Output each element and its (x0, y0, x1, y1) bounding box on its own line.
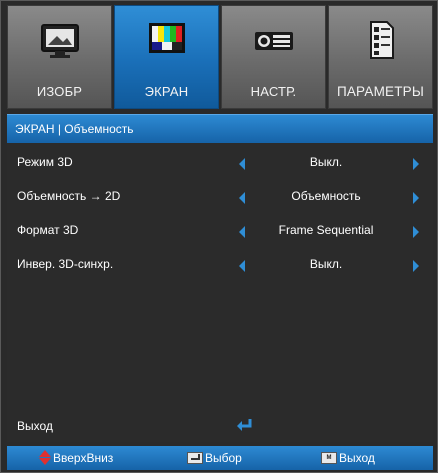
setting-row-3d-mode[interactable]: Режим 3D Выкл. (7, 151, 433, 171)
footer-hints: ВверхВниз Выбор M Выход (7, 446, 433, 470)
setting-value: Frame Sequential (278, 223, 374, 237)
tab-options[interactable]: ПАРАМЕТРЫ (328, 5, 433, 109)
tab-bar: ИЗОБР ЭКРАН НАСТР. ПАРАМЕТРЫ (7, 5, 433, 109)
enter-key-icon (187, 452, 203, 464)
options-icon (369, 21, 394, 59)
tab-setup[interactable]: НАСТР. (221, 5, 326, 109)
arrow-right-icon[interactable] (413, 158, 419, 170)
setting-row-3d-sync-invert[interactable]: Инвер. 3D-синхр. Выкл. (7, 253, 433, 273)
settings-panel: Режим 3D Выкл. Объемность → 2D Объемност… (7, 143, 433, 442)
projector-icon (254, 32, 293, 50)
hint-exit-label: Выход (339, 451, 375, 465)
hint-exit: M Выход (321, 450, 375, 466)
hint-select-label: Выбор (205, 451, 242, 465)
hint-updown-label: ВверхВниз (53, 451, 114, 465)
setting-label: Инвер. 3D-синхр. (17, 257, 114, 271)
arrow-right-icon[interactable] (413, 226, 419, 238)
picture-icon (40, 24, 79, 58)
setting-label: Объемность → 2D (17, 189, 121, 203)
hint-select: Выбор (187, 450, 242, 466)
updown-arrows-icon (39, 450, 51, 466)
section-header: ЭКРАН | Объемность (7, 114, 433, 143)
screen-icon (148, 23, 185, 53)
hint-updown: ВверхВниз (39, 450, 113, 466)
arrow-right-icon[interactable] (413, 192, 419, 204)
tab-screen-label: ЭКРАН (144, 84, 189, 99)
setting-label: Формат 3D (17, 223, 79, 237)
setting-label: Режим 3D (17, 155, 73, 169)
osd-menu: ИЗОБР ЭКРАН НАСТР. ПАРАМЕТРЫ ЭКРАН | Объ… (0, 0, 438, 473)
arrow-right-icon[interactable] (413, 260, 419, 272)
enter-icon[interactable] (235, 417, 255, 433)
tab-screen[interactable]: ЭКРАН (114, 5, 219, 109)
exit-label: Выход (17, 419, 53, 433)
menu-key-icon: M (321, 452, 337, 464)
tab-setup-label: НАСТР. (250, 84, 297, 99)
exit-row[interactable]: Выход (7, 415, 433, 437)
setting-value: Объемность (291, 189, 361, 203)
tab-picture[interactable]: ИЗОБР (7, 5, 112, 109)
tab-options-label: ПАРАМЕТРЫ (336, 84, 425, 99)
setting-row-3d-to-2d[interactable]: Объемность → 2D Объемность (7, 185, 433, 205)
setting-value: Выкл. (309, 155, 343, 169)
tab-picture-label: ИЗОБР (36, 84, 83, 99)
setting-value: Выкл. (309, 257, 343, 271)
setting-row-3d-format[interactable]: Формат 3D Frame Sequential (7, 219, 433, 239)
